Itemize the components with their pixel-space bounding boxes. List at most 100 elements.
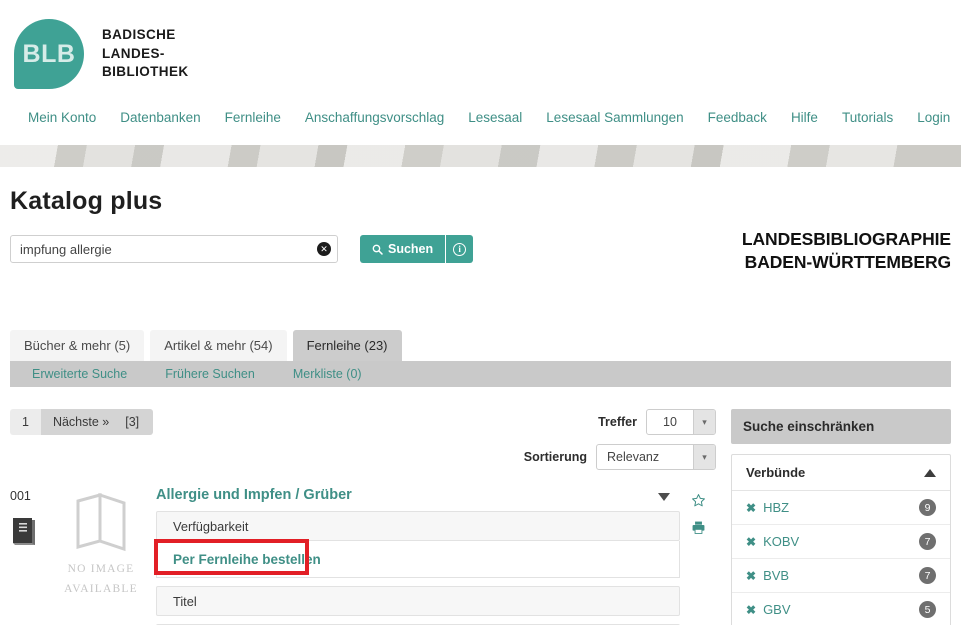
search-input[interactable]	[10, 235, 338, 263]
subnav-merkliste[interactable]: Merkliste (0)	[293, 367, 362, 381]
facet-count-badge: 5	[919, 601, 936, 618]
facet-group-verbuende: Verbünde ✖ HBZ 9 ✖ KOBV 7 ✖ BVB 7 ✖ GBV …	[731, 454, 951, 625]
nav-mein-konto[interactable]: Mein Konto	[28, 110, 96, 125]
hits-select[interactable]: 10 ▾	[646, 409, 716, 435]
no-image-text: NO IMAGE AVAILABLE	[46, 560, 156, 599]
tab-buecher-mehr[interactable]: Bücher & mehr (5)	[10, 330, 145, 361]
sort-controls: Treffer 10 ▾ Sortierung Relevanz ▾	[524, 409, 716, 470]
sub-navigation: Erweiterte Suche Frühere Suchen Merklist…	[10, 361, 951, 387]
facet-label-text: BVB	[763, 568, 790, 583]
hits-value: 10	[663, 415, 677, 429]
facet-item-label: ✖ GBV	[746, 602, 791, 617]
book-icon	[10, 517, 46, 550]
search-button[interactable]: Suchen	[360, 235, 446, 263]
facet-label-text: KOBV	[763, 534, 800, 549]
accordion-verfuegbarkeit[interactable]: Verfügbarkeit	[156, 511, 680, 541]
search-button-label: Suchen	[388, 242, 434, 256]
facets-heading: Suche einschränken	[731, 409, 951, 444]
subnav-fruehere-suchen[interactable]: Frühere Suchen	[165, 367, 255, 381]
hits-label: Treffer	[598, 415, 637, 429]
facet-count-badge: 7	[919, 567, 936, 584]
sort-order-control: Sortierung Relevanz ▾	[524, 444, 716, 470]
chevron-up-icon[interactable]	[924, 468, 936, 477]
facet-count-badge: 7	[919, 533, 936, 550]
logo-word-line-2: LANDES-	[102, 45, 165, 61]
record-expand-caret-icon[interactable]	[658, 493, 670, 501]
nav-feedback[interactable]: Feedback	[708, 110, 767, 125]
remove-facet-icon[interactable]: ✖	[746, 501, 756, 515]
info-icon: i	[453, 242, 467, 256]
facet-item-bvb[interactable]: ✖ BVB 7	[732, 559, 950, 593]
result-tabs: Bücher & mehr (5) Artikel & mehr (54) Fe…	[0, 330, 961, 361]
nav-anschaffungsvorschlag[interactable]: Anschaffungsvorschlag	[305, 110, 444, 125]
chevron-down-icon[interactable]: ▾	[693, 445, 715, 469]
facet-item-label: ✖ KOBV	[746, 534, 799, 549]
brand-right-line-1: LANDESBIBLIOGRAPHIE	[741, 229, 951, 249]
logo-wordmark: BADISCHE LANDES- BIBLIOTHEK	[102, 26, 189, 82]
search-icon	[372, 244, 383, 255]
page-1-button[interactable]: 1	[10, 409, 41, 435]
facets-column: Suche einschränken Verbünde ✖ HBZ 9 ✖ KO…	[731, 409, 951, 625]
results-toolbar: 1 Nächste » [3] Treffer 10 ▾ Sortierung …	[10, 409, 716, 470]
facet-label-text: GBV	[763, 602, 791, 617]
blb-logo-icon[interactable]: BLB	[14, 19, 84, 89]
nav-fernleihe[interactable]: Fernleihe	[225, 110, 281, 125]
remove-facet-icon[interactable]: ✖	[746, 603, 756, 617]
per-fernleihe-bestellen-link[interactable]: Per Fernleihe bestellen	[157, 552, 321, 567]
content-area: 1 Nächste » [3] Treffer 10 ▾ Sortierung …	[0, 409, 961, 625]
nav-lesesaal-sammlungen[interactable]: Lesesaal Sammlungen	[546, 110, 683, 125]
no-image-placeholder-icon	[76, 492, 126, 552]
bookmark-star-icon[interactable]	[680, 493, 716, 511]
facet-item-kobv[interactable]: ✖ KOBV 7	[732, 525, 950, 559]
record-main: Allergie und Impfen / Grüber Verfügbarke…	[154, 487, 680, 625]
nav-datenbanken[interactable]: Datenbanken	[120, 110, 200, 125]
pagination: 1 Nächste » [3]	[10, 409, 154, 435]
subnav-erweiterte-suche[interactable]: Erweiterte Suche	[32, 367, 127, 381]
record-title-link[interactable]: Allergie und Impfen / Grüber	[156, 487, 352, 503]
site-header: BLB BADISCHE LANDES- BIBLIOTHEK Mein Kon…	[0, 0, 961, 145]
record-thumbnail: NO IMAGE AVAILABLE	[46, 487, 156, 625]
total-pages-label: [3]	[121, 409, 154, 435]
search-info-button[interactable]: i	[445, 235, 474, 263]
remove-facet-icon[interactable]: ✖	[746, 535, 756, 549]
record-number: 001	[10, 487, 46, 625]
main-navigation: Mein Konto Datenbanken Fernleihe Anschaf…	[0, 95, 961, 139]
record-actions	[680, 487, 716, 625]
page-body: Katalog plus ✕ Suchen i LANDESBIBLIOGRAP…	[0, 187, 961, 285]
results-column: 1 Nächste » [3] Treffer 10 ▾ Sortierung …	[10, 409, 716, 625]
chevron-down-icon[interactable]: ▾	[693, 410, 715, 434]
sort-value: Relevanz	[607, 450, 660, 464]
remove-facet-icon[interactable]: ✖	[746, 569, 756, 583]
facet-item-gbv[interactable]: ✖ GBV 5	[732, 593, 950, 625]
nav-tutorials[interactable]: Tutorials	[842, 110, 893, 125]
nav-lesesaal[interactable]: Lesesaal	[468, 110, 522, 125]
facet-group-title[interactable]: Verbünde	[732, 455, 950, 491]
facet-label-text: HBZ	[763, 500, 790, 515]
record-title-row: Allergie und Impfen / Grüber	[156, 487, 680, 503]
page-title: Katalog plus	[10, 187, 163, 215]
sort-select[interactable]: Relevanz ▾	[596, 444, 716, 470]
logo-word-line-3: BIBLIOTHEK	[102, 64, 189, 80]
print-icon[interactable]	[680, 520, 716, 538]
tab-artikel-mehr[interactable]: Artikel & mehr (54)	[150, 330, 287, 361]
nav-hilfe[interactable]: Hilfe	[791, 110, 818, 125]
tab-fernleihe[interactable]: Fernleihe (23)	[292, 330, 402, 361]
no-image-line-2: AVAILABLE	[64, 582, 138, 595]
no-image-line-1: NO IMAGE	[67, 563, 135, 575]
facet-item-label: ✖ HBZ	[746, 500, 789, 515]
hits-per-page-control: Treffer 10 ▾	[598, 409, 716, 435]
facet-item-hbz[interactable]: ✖ HBZ 9	[732, 491, 950, 525]
logo-initials: BLB	[22, 39, 76, 68]
brand-right-line-2: BADEN-WÜRTTEMBERG	[744, 251, 951, 272]
sort-label: Sortierung	[523, 450, 587, 464]
nav-login[interactable]: Login	[917, 110, 950, 125]
logo-row: BLB BADISCHE LANDES- BIBLIOTHEK	[0, 0, 961, 95]
next-page-button[interactable]: Nächste »	[40, 409, 122, 435]
facet-item-label: ✖ BVB	[746, 568, 789, 583]
facet-count-badge: 9	[919, 499, 936, 516]
landesbibliographie-wordmark: LANDESBIBLIOGRAPHIE BADEN-WÜRTTEMBERG	[742, 228, 951, 274]
search-button-group: Suchen i	[360, 235, 474, 263]
accordion-titel[interactable]: Titel	[156, 586, 680, 616]
clear-search-icon[interactable]: ✕	[317, 242, 331, 256]
result-record: 001 NO IMAGE AVAILABLE Allergie und Impf…	[10, 487, 716, 625]
